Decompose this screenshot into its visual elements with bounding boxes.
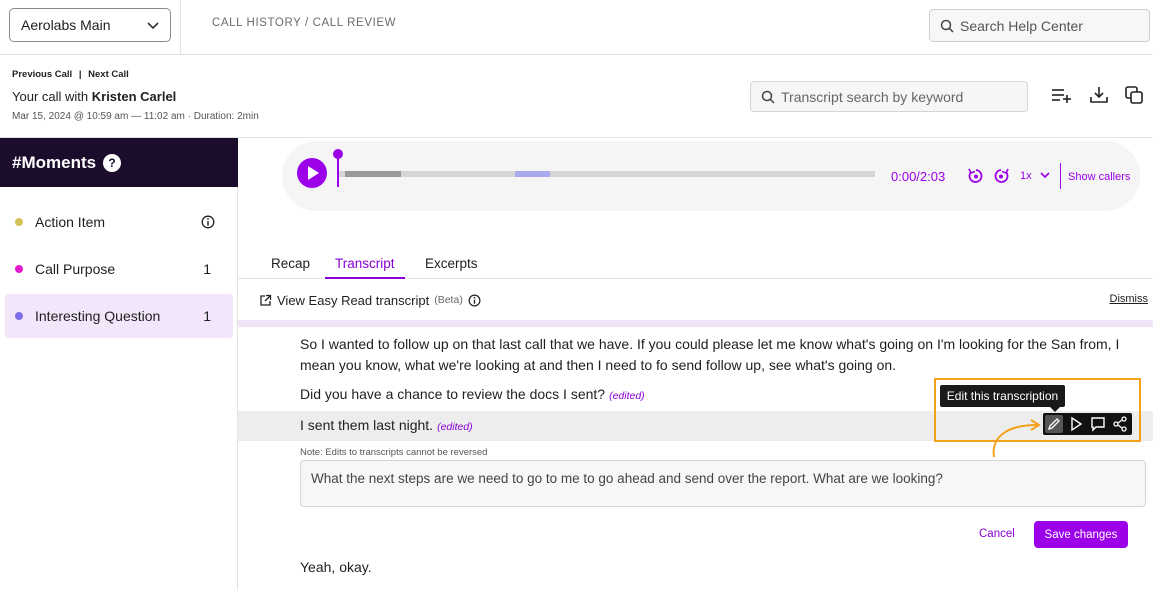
moments-header: #Moments ?: [0, 138, 238, 187]
moment-item-call-purpose[interactable]: Call Purpose 1: [5, 247, 233, 291]
copy-icon[interactable]: [1123, 84, 1145, 106]
search-icon: [940, 19, 954, 33]
play-button[interactable]: [297, 158, 327, 188]
share-icon[interactable]: [1111, 415, 1129, 433]
org-select-value: Aerolabs Main: [21, 17, 111, 33]
tab-recap[interactable]: Recap: [271, 256, 310, 279]
moments-title: #Moments: [12, 152, 97, 172]
play-icon[interactable]: [1067, 415, 1085, 433]
playback-time: 0:00/2:03: [891, 169, 946, 184]
show-callers-link[interactable]: Show callers: [1068, 171, 1130, 183]
audio-progress-track[interactable]: [337, 171, 875, 177]
moment-item-interesting-question[interactable]: Interesting Question 1: [5, 294, 233, 338]
easy-read-bar: View Easy Read transcript (Beta) Dismiss: [238, 280, 1153, 320]
beta-label: (Beta): [434, 294, 463, 306]
call-nav-separator: |: [78, 69, 82, 80]
info-icon[interactable]: [468, 294, 481, 307]
moment-label: Interesting Question: [35, 308, 161, 324]
help-icon[interactable]: ?: [103, 153, 122, 172]
moment-label: Call Purpose: [35, 261, 116, 277]
moment-count: 1: [203, 261, 211, 277]
add-to-queue-icon[interactable]: [1050, 84, 1072, 106]
annotation-arrow-icon: [992, 419, 1041, 458]
moment-color-dot: [15, 218, 23, 226]
edited-tag: (edited): [437, 421, 473, 433]
call-header: Previous Call | Next Call Your call with…: [0, 56, 1153, 138]
pencil-icon[interactable]: [1045, 415, 1063, 433]
call-title: Your call with Kristen Carlel: [12, 89, 176, 104]
call-nav: Previous Call | Next Call: [12, 69, 129, 80]
chevron-down-icon: [147, 22, 159, 30]
tab-transcript[interactable]: Transcript: [325, 256, 405, 279]
easy-read-link[interactable]: View Easy Read transcript: [277, 293, 429, 308]
transcript-text: I sent them last night.: [300, 417, 434, 433]
transcript-line: Did you have a chance to review the docs…: [300, 384, 645, 407]
moment-color-dot: [15, 265, 23, 273]
breadcrumb: CALL HISTORY / CALL REVIEW: [212, 17, 397, 29]
transcript-text: Did you have a chance to review the docs…: [300, 386, 606, 402]
search-icon: [761, 90, 775, 104]
help-search-input[interactable]: Search Help Center: [929, 9, 1150, 42]
transcript-edit-field[interactable]: What the next steps are we need to go to…: [300, 460, 1146, 507]
save-changes-button[interactable]: Save changes: [1034, 521, 1128, 548]
forward-icon[interactable]: [992, 167, 1010, 185]
edit-note: Note: Edits to transcripts cannot be rev…: [300, 447, 488, 458]
previous-call-link[interactable]: Previous Call: [12, 69, 72, 80]
row-action-toolbar: [1043, 413, 1132, 435]
top-bar: Aerolabs Main CALL HISTORY / CALL REVIEW…: [0, 0, 1153, 55]
call-title-prefix: Your call with: [12, 89, 89, 104]
tab-bar: Recap Transcript Excerpts: [238, 250, 1153, 279]
transcript-line: I sent them last night. (edited): [300, 415, 473, 438]
divider: [1060, 163, 1061, 189]
audio-player: 0:00/2:03 1x Show callers: [282, 141, 1140, 211]
download-icon[interactable]: [1088, 84, 1110, 106]
playback-speed[interactable]: 1x: [1020, 170, 1032, 182]
track-segment-highlight: [515, 171, 550, 177]
moment-label: Action Item: [35, 214, 106, 230]
track-segment: [345, 171, 401, 177]
moment-count: 1: [203, 308, 211, 324]
moment-highlight-strip: [238, 320, 1153, 327]
rewind-icon[interactable]: [967, 167, 985, 185]
chevron-down-icon[interactable]: [1039, 168, 1051, 182]
transcript-search-placeholder: Transcript search by keyword: [781, 88, 964, 105]
comment-icon[interactable]: [1089, 415, 1107, 433]
cancel-button[interactable]: Cancel: [979, 528, 1015, 540]
moment-item-action-item[interactable]: Action Item: [5, 200, 233, 244]
moment-color-dot: [15, 312, 23, 320]
transcript-search-input[interactable]: Transcript search by keyword: [750, 81, 1028, 112]
external-link-icon[interactable]: [259, 294, 272, 307]
scrubber-handle[interactable]: [333, 149, 343, 159]
transcript-line: Yeah, okay.: [300, 559, 372, 575]
org-select[interactable]: Aerolabs Main: [9, 8, 171, 42]
transcript-line: So I wanted to follow up on that last ca…: [300, 336, 1120, 373]
tab-excerpts[interactable]: Excerpts: [425, 256, 478, 279]
edited-tag: (edited): [609, 390, 645, 402]
moments-sidebar: #Moments ? Action Item Call Purpose 1 In…: [0, 138, 238, 590]
info-icon[interactable]: [201, 215, 215, 229]
call-contact-name: Kristen Carlel: [91, 89, 177, 104]
help-search-placeholder: Search Help Center: [960, 17, 1083, 34]
call-meta: Mar 15, 2024 @ 10:59 am — 11:02 am · Dur…: [12, 111, 259, 122]
divider: [180, 0, 181, 55]
next-call-link[interactable]: Next Call: [88, 69, 129, 80]
edit-tooltip: Edit this transcription: [940, 385, 1065, 412]
dismiss-link[interactable]: Dismiss: [1110, 293, 1149, 305]
